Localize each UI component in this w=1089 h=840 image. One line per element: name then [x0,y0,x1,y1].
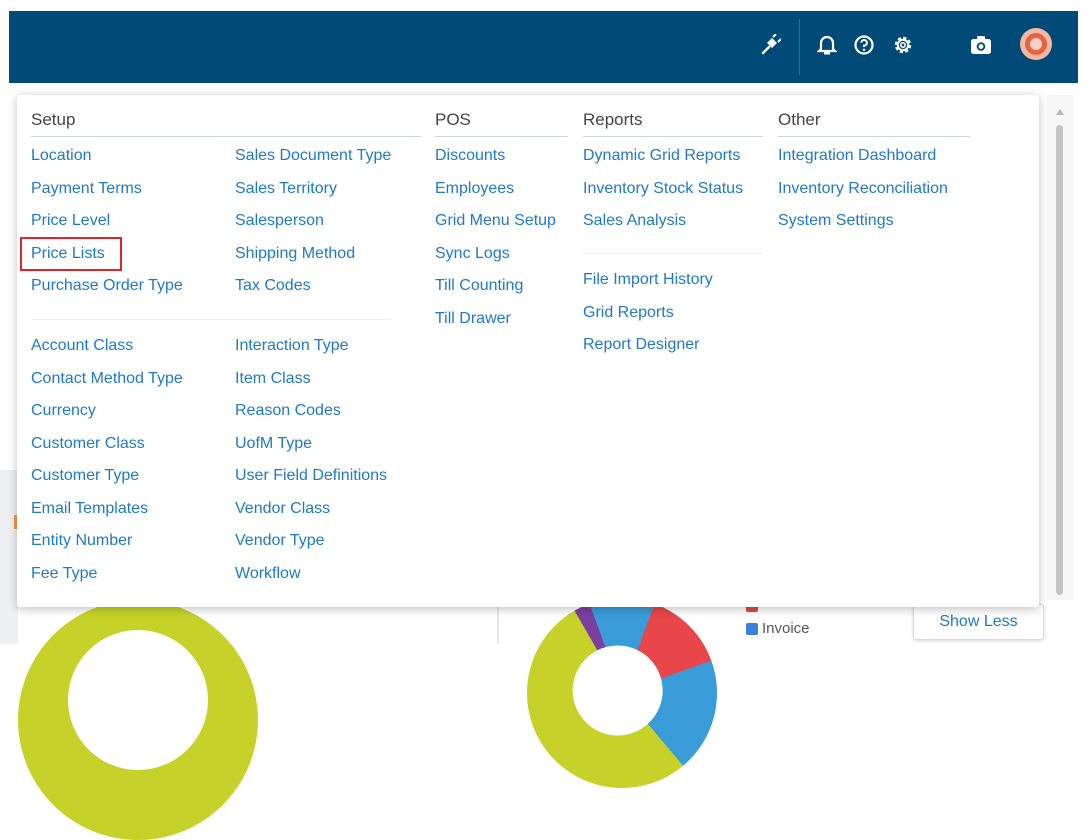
setup-link-email-templates[interactable]: Email Templates [31,499,148,519]
setup-link-customer-class[interactable]: Customer Class [31,434,145,454]
setup-link-salesperson[interactable]: Salesperson [235,211,324,231]
other-link-integration-dashboard[interactable]: Integration Dashboard [778,146,936,166]
help-icon[interactable] [852,33,876,57]
reports-link-sales-analysis[interactable]: Sales Analysis [583,211,686,231]
setup-link-currency[interactable]: Currency [31,401,96,421]
setup-link-payment-terms[interactable]: Payment Terms [31,179,142,199]
avatar[interactable] [1020,28,1052,60]
setup-link-reason-codes[interactable]: Reason Codes [235,401,341,421]
setup-link-price-level[interactable]: Price Level [31,211,110,231]
setup-link-account-class[interactable]: Account Class [31,336,133,356]
setup-link-workflow[interactable]: Workflow [235,564,301,584]
reports-link-dynamic-grid-reports[interactable]: Dynamic Grid Reports [583,146,740,166]
scroll-up-arrow-icon[interactable] [1056,109,1064,115]
top-navigation-bar [9,11,1078,83]
legend-label: Invoice [762,620,810,637]
reports-link-grid-reports[interactable]: Grid Reports [583,303,674,323]
reports-link-report-designer[interactable]: Report Designer [583,335,700,355]
avatar-ring [1025,33,1047,55]
price-lists-highlight [20,237,122,271]
setup-link-vendor-type[interactable]: Vendor Type [235,531,325,551]
setup-link-user-field-definitions[interactable]: User Field Definitions [235,466,387,486]
other-link-system-settings[interactable]: System Settings [778,211,894,231]
background-panel [0,470,18,644]
donut-hole [68,630,208,770]
reports-link-inventory-stock-status[interactable]: Inventory Stock Status [583,179,743,199]
pos-link-till-drawer[interactable]: Till Drawer [435,309,511,329]
setup-link-customer-type[interactable]: Customer Type [31,466,139,486]
show-less-button[interactable]: Show Less [913,604,1044,640]
setup-link-entity-number[interactable]: Entity Number [31,531,132,551]
scroll-thumb[interactable] [1056,125,1063,595]
donut-chart-left [18,600,258,840]
settings-dropdown-panel [17,95,1039,607]
gear-icon[interactable] [891,33,915,57]
setup-separator [31,319,391,320]
pos-link-discounts[interactable]: Discounts [435,146,505,166]
setup-link-uofm-type[interactable]: UofM Type [235,434,312,454]
setup-link-location[interactable]: Location [31,146,92,166]
legend-item-invoice: Invoice [746,620,810,637]
pos-link-employees[interactable]: Employees [435,179,514,199]
other-link-inventory-reconciliation[interactable]: Inventory Reconciliation [778,179,948,199]
setup-link-vendor-class[interactable]: Vendor Class [235,499,330,519]
pos-link-sync-logs[interactable]: Sync Logs [435,244,510,264]
reports-header: Reports [583,108,763,137]
plug-icon[interactable] [758,33,782,57]
setup-link-interaction-type[interactable]: Interaction Type [235,336,349,356]
reports-link-file-import-history[interactable]: File Import History [583,270,713,290]
other-header: Other [778,108,970,137]
setup-link-purchase-order-type[interactable]: Purchase Order Type [31,276,183,296]
legend-swatch-blue [746,622,758,635]
page-scrollbar[interactable] [1047,95,1073,600]
setup-link-tax-codes[interactable]: Tax Codes [235,276,311,296]
setup-link-fee-type[interactable]: Fee Type [31,564,97,584]
setup-link-item-class[interactable]: Item Class [235,369,311,389]
toolbar-divider [799,19,800,75]
setup-link-contact-method-type[interactable]: Contact Method Type [31,369,183,389]
pos-header: POS [435,108,568,137]
setup-link-sales-territory[interactable]: Sales Territory [235,179,337,199]
camera-icon[interactable] [969,33,993,57]
pos-link-till-counting[interactable]: Till Counting [435,276,523,296]
avatar-inner [1030,38,1042,50]
setup-header: Setup [31,108,421,137]
setup-link-shipping-method[interactable]: Shipping Method [235,244,355,264]
pos-link-grid-menu-setup[interactable]: Grid Menu Setup [435,211,556,231]
donut-hole [556,629,680,752]
setup-link-sales-document-type[interactable]: Sales Document Type [235,146,391,166]
reports-separator [583,253,763,254]
bell-icon[interactable] [815,33,839,57]
